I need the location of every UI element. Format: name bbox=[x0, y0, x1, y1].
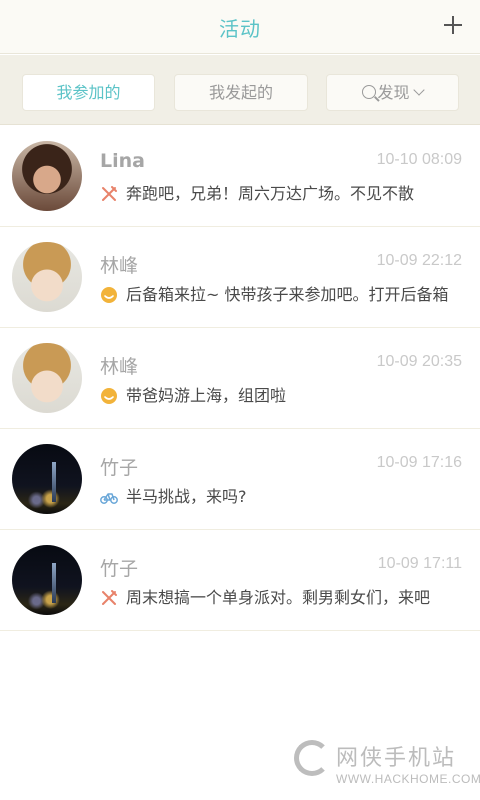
activity-message: 后备箱来拉~ 快带孩子来参加吧。打开后备箱 bbox=[126, 285, 449, 304]
smile-icon bbox=[101, 287, 117, 303]
activity-message: 半马挑战，来吗? bbox=[126, 487, 247, 506]
watermark: 网侠手机站 WWW.HACKHOME.COM bbox=[294, 736, 480, 794]
timestamp: 10-10 08:09 bbox=[376, 151, 462, 168]
smile-icon bbox=[101, 388, 117, 404]
tab-created-label: 我发起的 bbox=[208, 83, 273, 102]
fork-knife-icon bbox=[102, 590, 117, 605]
segment-bar: 我参加的 我发起的 发现 bbox=[0, 55, 480, 125]
bicycle-icon bbox=[100, 493, 118, 504]
tab-discover[interactable]: 发现 bbox=[326, 74, 459, 111]
list-item[interactable]: 竹子 10-09 17:11 周末想搞一个单身派对。剩男剩女们，来吧 bbox=[0, 530, 480, 631]
tab-created[interactable]: 我发起的 bbox=[174, 74, 308, 111]
tab-discover-label: 发现 bbox=[377, 83, 410, 102]
sender-name: 竹子 bbox=[100, 457, 139, 479]
activity-message: 带爸妈游上海，组团啦 bbox=[126, 386, 287, 405]
page-title: 活动 bbox=[219, 17, 261, 41]
sender-name: 竹子 bbox=[100, 558, 139, 580]
list-item[interactable]: 林峰 10-09 20:35 带爸妈游上海，组团啦 bbox=[0, 328, 480, 429]
activity-message: 奔跑吧，兄弟！周六万达广场。不见不散 bbox=[126, 184, 415, 203]
sender-name: Lina bbox=[100, 150, 145, 172]
fork-knife-icon bbox=[102, 186, 117, 201]
activity-list: Lina 10-10 08:09 奔跑吧，兄弟！周六万达广场。不见不散 林峰 1… bbox=[0, 126, 480, 631]
timestamp: 10-09 20:35 bbox=[376, 353, 462, 370]
tab-joined-label: 我参加的 bbox=[56, 83, 121, 102]
avatar[interactable] bbox=[12, 242, 82, 312]
avatar[interactable] bbox=[12, 343, 82, 413]
tab-joined[interactable]: 我参加的 bbox=[22, 74, 155, 111]
sender-name: 林峰 bbox=[100, 356, 139, 378]
search-icon bbox=[362, 85, 377, 99]
chevron-down-icon bbox=[412, 84, 425, 96]
timestamp: 10-09 22:12 bbox=[376, 252, 462, 269]
avatar[interactable] bbox=[12, 444, 82, 514]
activity-message: 周末想搞一个单身派对。剩男剩女们，来吧 bbox=[126, 588, 431, 607]
list-item[interactable]: Lina 10-10 08:09 奔跑吧，兄弟！周六万达广场。不见不散 bbox=[0, 126, 480, 227]
avatar[interactable] bbox=[12, 141, 82, 211]
list-item[interactable]: 林峰 10-09 22:12 后备箱来拉~ 快带孩子来参加吧。打开后备箱 bbox=[0, 227, 480, 328]
watermark-logo-icon bbox=[294, 740, 330, 776]
list-item[interactable]: 竹子 10-09 17:16 半马挑战，来吗? bbox=[0, 429, 480, 530]
timestamp: 10-09 17:11 bbox=[377, 555, 462, 572]
sender-name: 林峰 bbox=[100, 255, 139, 277]
avatar[interactable] bbox=[12, 545, 82, 615]
timestamp: 10-09 17:16 bbox=[376, 454, 462, 471]
watermark-text-en: WWW.HACKHOME.COM bbox=[336, 772, 480, 786]
plus-icon[interactable] bbox=[436, 8, 470, 42]
watermark-text-cn: 网侠手机站 bbox=[336, 746, 457, 771]
top-bar: 活动 bbox=[0, 0, 480, 54]
